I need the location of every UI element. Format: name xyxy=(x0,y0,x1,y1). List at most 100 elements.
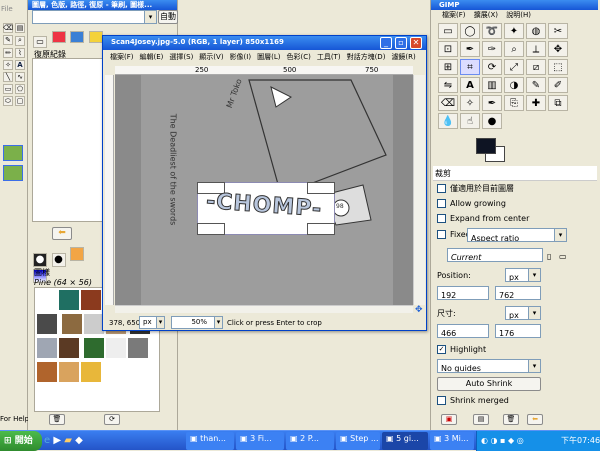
refresh-pattern-button[interactable]: ⟳ xyxy=(104,414,120,425)
checkbox-icon[interactable] xyxy=(437,199,446,208)
pattern-swatch[interactable] xyxy=(83,314,104,334)
current-input[interactable]: Current xyxy=(447,248,543,262)
landscape-icon[interactable]: ▭ xyxy=(559,249,567,264)
color-picker-icon[interactable]: ✑ xyxy=(482,41,502,57)
pattern-swatch[interactable] xyxy=(105,338,126,358)
file-menu[interactable]: File xyxy=(1,5,13,13)
chevron-down-icon[interactable]: ▾ xyxy=(528,307,540,319)
ellipse-select-icon[interactable]: ◯ xyxy=(460,23,480,39)
airbrush-tool-icon[interactable]: ✧ xyxy=(460,95,480,111)
dodge-burn-icon[interactable]: ● xyxy=(482,113,502,129)
menu-image[interactable]: 影像(I) xyxy=(227,52,255,62)
task-item[interactable]: ▣ 3 Mi... xyxy=(430,432,474,450)
vertical-scrollbar[interactable] xyxy=(413,75,425,305)
fuzzy-select-icon[interactable]: ✦ xyxy=(504,23,524,39)
ellipse-icon[interactable]: ⬭ xyxy=(3,96,13,106)
chevron-down-icon[interactable]: ▾ xyxy=(528,269,540,281)
measure-icon[interactable]: ⟂ xyxy=(526,41,546,57)
fixed-select[interactable]: Aspect ratio ▾ xyxy=(467,228,567,242)
line-icon[interactable]: ╲ xyxy=(3,71,13,82)
eraser-tool-icon[interactable]: ⌫ xyxy=(438,95,458,111)
brush-pattern-icon[interactable] xyxy=(70,247,85,261)
pencil-icon[interactable]: ✏ xyxy=(3,47,13,58)
menu-tools[interactable]: 工具(T) xyxy=(314,52,344,62)
media-icon[interactable]: ▶ xyxy=(53,435,61,446)
clone-icon[interactable]: ⎘ xyxy=(504,95,524,111)
rounded-rect-icon[interactable]: ▢ xyxy=(15,95,25,106)
heal-icon[interactable]: ✚ xyxy=(526,95,546,111)
pattern-swatch[interactable] xyxy=(37,338,57,358)
delete-options-button[interactable]: 🗑 xyxy=(503,414,519,425)
menu-layer[interactable]: 圖層(L) xyxy=(254,52,283,62)
menu-dialogs[interactable]: 對話方塊(D) xyxy=(344,52,389,62)
maximize-icon[interactable]: ▫ xyxy=(395,37,407,49)
clock[interactable]: 07:46 xyxy=(577,431,600,451)
crop-rectangle[interactable]: -CHOMP- xyxy=(197,182,335,235)
shear-icon[interactable]: ⧄ xyxy=(526,59,546,75)
current-layer-only[interactable]: 僅適用於目前圖層 xyxy=(433,181,597,196)
pattern-swatch[interactable] xyxy=(59,338,79,358)
flip-icon[interactable]: ⇋ xyxy=(438,77,458,93)
menu-file[interactable]: 檔案(F) xyxy=(107,52,137,62)
perspective-icon[interactable]: ⬚ xyxy=(548,59,568,75)
reset-options-button[interactable]: ⬅ xyxy=(527,414,543,425)
blend-icon[interactable]: ◑ xyxy=(504,77,524,93)
zoom-icon[interactable]: ⌕ xyxy=(504,41,524,57)
pattern-swatch[interactable] xyxy=(37,290,57,310)
pattern-swatch[interactable] xyxy=(59,362,79,382)
task-item[interactable]: ▣ 5 gi... xyxy=(382,432,428,450)
auto-combo[interactable]: ▾ xyxy=(32,10,157,24)
chevron-down-icon[interactable]: ▾ xyxy=(528,360,540,372)
pattern-swatch[interactable] xyxy=(37,314,57,334)
color-box-icon[interactable] xyxy=(3,145,23,161)
checkbox-icon[interactable] xyxy=(437,230,446,239)
folder-icon[interactable]: ▰ xyxy=(64,435,72,446)
move-icon[interactable]: ✥ xyxy=(548,41,568,57)
chevron-down-icon[interactable]: ▾ xyxy=(214,317,222,328)
position-y-input[interactable]: 762 xyxy=(495,286,541,300)
foreground-select-icon[interactable]: ⊡ xyxy=(438,41,458,57)
size-unit-select[interactable]: px ▾ xyxy=(505,306,541,320)
zoom-select[interactable]: 50% ▾ xyxy=(171,316,223,329)
size-width-input[interactable]: 466 xyxy=(437,324,489,338)
crop-handle-tr[interactable] xyxy=(307,182,335,194)
pattern-swatch[interactable] xyxy=(37,362,57,382)
channels-tab-icon[interactable] xyxy=(51,31,66,43)
perspective-clone-icon[interactable]: ⧉ xyxy=(548,95,568,111)
zoom-icon[interactable]: ⌕ xyxy=(15,35,25,46)
text-icon[interactable]: A xyxy=(15,59,25,70)
brush-circle-icon[interactable]: ● xyxy=(33,252,47,267)
position-unit-select[interactable]: px ▾ xyxy=(505,268,541,282)
checkbox-checked-icon[interactable]: ✓ xyxy=(437,345,446,354)
ink-icon[interactable]: ✒ xyxy=(482,95,502,111)
paths-tab-icon[interactable] xyxy=(70,31,85,43)
ie-icon[interactable]: e xyxy=(44,435,50,446)
app-icon[interactable]: ◆ xyxy=(75,435,83,446)
polygon-icon[interactable]: ⬠ xyxy=(15,83,25,94)
layers-tab-icon[interactable]: ▭ xyxy=(33,35,47,48)
menu-colors[interactable]: 色彩(C) xyxy=(283,52,313,62)
menu-select[interactable]: 選擇(S) xyxy=(166,52,196,62)
crop-handle-br[interactable] xyxy=(307,223,335,235)
bucket-fill-icon[interactable]: ▥ xyxy=(482,77,502,93)
rotate-icon[interactable]: ⟳ xyxy=(482,59,502,75)
save-options-button[interactable]: ▣ xyxy=(441,414,457,425)
pattern-swatch[interactable] xyxy=(83,338,104,358)
checkbox-icon[interactable] xyxy=(437,396,446,405)
checkbox-icon[interactable] xyxy=(437,184,446,193)
patterns-tab[interactable]: 圖樣 xyxy=(34,267,50,278)
eraser-icon[interactable]: ⌫ xyxy=(3,23,13,33)
menu-view[interactable]: 顯示(V) xyxy=(196,52,226,62)
delete-pattern-button[interactable]: 🗑 xyxy=(49,414,65,425)
menu-filters[interactable]: 濾鏡(R) xyxy=(388,52,418,62)
free-select-icon[interactable]: ➰ xyxy=(482,23,502,39)
horizontal-scrollbar[interactable] xyxy=(115,305,413,313)
auto-button[interactable]: 自動 xyxy=(158,10,178,24)
guides-select[interactable]: No guides ▾ xyxy=(437,359,541,373)
pattern-swatch[interactable] xyxy=(127,338,148,358)
undo-tab-icon[interactable] xyxy=(88,31,103,43)
start-button[interactable]: ⊞ 開始 xyxy=(0,431,42,451)
restore-options-button[interactable]: ▤ xyxy=(473,414,489,425)
airbrush-icon[interactable]: ✧ xyxy=(3,59,13,70)
pencil-tool-icon[interactable]: ✎ xyxy=(526,77,546,93)
